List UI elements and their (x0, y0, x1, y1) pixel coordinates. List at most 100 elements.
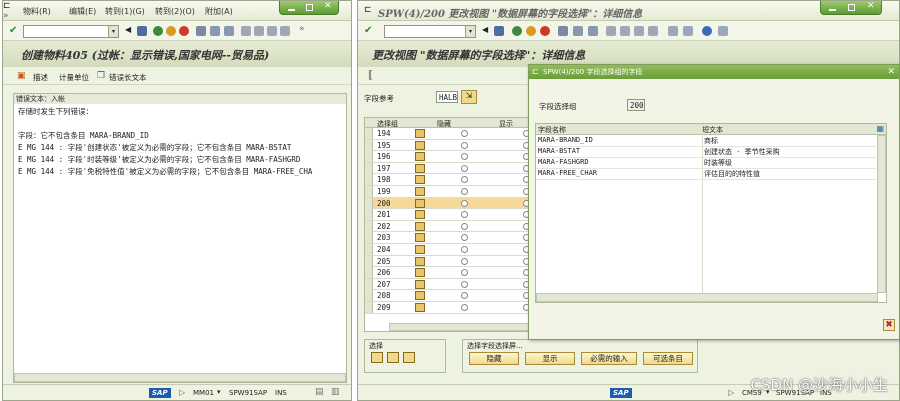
print-icon[interactable] (558, 26, 568, 36)
shortcut-icon[interactable] (683, 26, 693, 36)
status-expand-icon[interactable]: ▷ (179, 388, 185, 397)
row-selector[interactable] (365, 162, 373, 174)
description-icon[interactable]: ▣ (17, 71, 26, 81)
field-row[interactable]: MARA-FREE_CHAR 评估目的的特性值 (536, 168, 876, 180)
col-header-field-name[interactable]: 字段名称 (538, 125, 566, 135)
prev-page-icon[interactable] (620, 26, 630, 36)
display-radio[interactable] (461, 199, 468, 207)
hide-checkbox[interactable] (415, 279, 425, 289)
display-radio[interactable] (461, 280, 468, 288)
last-page-icon[interactable] (648, 26, 658, 36)
menu-goto-1[interactable]: 转到(1)(G) (105, 6, 145, 17)
find-icon[interactable] (573, 26, 583, 36)
exit-icon[interactable] (166, 26, 176, 36)
hide-checkbox[interactable] (415, 140, 425, 150)
sap-menu-icon[interactable]: ⊏ (3, 1, 11, 11)
display-radio[interactable] (461, 164, 468, 172)
command-field[interactable]: ▾ (384, 25, 476, 38)
menu-goto-2[interactable]: 转到(2)(O) (155, 6, 195, 17)
horizontal-scrollbar[interactable] (14, 373, 346, 382)
new-session-icon[interactable] (668, 26, 678, 36)
table-row[interactable]: 209 (365, 302, 535, 314)
display-radio[interactable] (461, 141, 468, 149)
table-row[interactable]: 197 (365, 162, 535, 175)
command-field[interactable]: ▾ (23, 25, 119, 38)
toolbar-more-chevron-icon[interactable]: » (299, 24, 305, 34)
row-selector[interactable] (365, 267, 373, 279)
row-selector[interactable] (365, 278, 373, 290)
optional-entry-button[interactable]: 可选条目 (643, 352, 693, 365)
table-row[interactable]: 198 (365, 174, 535, 186)
help-icon[interactable] (702, 26, 712, 36)
hide-checkbox[interactable] (415, 221, 425, 231)
select-block-icon[interactable] (387, 352, 399, 363)
more-menu-chevron-icon[interactable]: » (3, 11, 9, 21)
minimize-icon[interactable] (829, 9, 836, 11)
display-radio[interactable] (461, 222, 468, 230)
description-button[interactable]: 描述 (33, 72, 48, 83)
status-expand-icon[interactable]: ▷ (728, 388, 734, 397)
hide-checkbox[interactable] (415, 198, 425, 208)
table-row[interactable]: 206 (365, 267, 535, 279)
display-radio[interactable] (461, 234, 468, 242)
deselect-all-icon[interactable] (403, 352, 415, 363)
display-radio[interactable] (461, 130, 468, 137)
unit-of-measure-button[interactable]: 计量单位 (59, 72, 89, 83)
save-icon[interactable] (137, 26, 147, 36)
minimize-icon[interactable] (288, 9, 295, 11)
hide-button[interactable]: 隐藏 (469, 352, 519, 365)
table-row[interactable]: 194 (365, 128, 535, 140)
row-selector[interactable] (365, 290, 373, 302)
row-selector[interactable] (365, 197, 373, 209)
display-radio[interactable] (461, 176, 468, 184)
table-row[interactable]: 200 (365, 197, 535, 210)
table-row[interactable]: 195 (365, 139, 535, 152)
display-radio[interactable] (461, 292, 468, 300)
row-selector[interactable] (365, 139, 373, 151)
menu-extras[interactable]: 附加(A) (205, 6, 233, 17)
display-change-icon[interactable]: ⟦ (368, 70, 373, 81)
row-selector[interactable] (365, 174, 373, 186)
long-text-icon[interactable]: ❐ (97, 71, 105, 81)
close-icon[interactable]: ✕ (324, 1, 332, 11)
row-selector[interactable] (365, 255, 373, 267)
hide-checkbox[interactable] (415, 129, 425, 138)
row-selector[interactable] (365, 151, 373, 163)
hide-checkbox[interactable] (415, 187, 425, 196)
hide-checkbox[interactable] (415, 210, 425, 220)
table-row[interactable]: 201 (365, 209, 535, 221)
display-radio[interactable] (461, 257, 468, 265)
find-next-icon[interactable] (224, 26, 234, 36)
hide-checkbox[interactable] (415, 303, 425, 312)
table-row[interactable]: 202 (365, 220, 535, 233)
cancel-popup-icon[interactable]: ✖ (883, 319, 895, 331)
next-page-icon[interactable] (267, 26, 277, 36)
display-radio[interactable] (461, 188, 468, 195)
find-next-icon[interactable] (588, 26, 598, 36)
table-row[interactable]: 196 (365, 151, 535, 163)
table-row[interactable]: 204 (365, 244, 535, 256)
popup-close-icon[interactable]: ✕ (887, 65, 895, 79)
sap-menu-icon[interactable]: ⊏ (364, 5, 372, 15)
display-radio[interactable] (461, 153, 468, 161)
row-selector[interactable] (365, 232, 373, 244)
hide-checkbox[interactable] (415, 268, 425, 278)
display-radio[interactable] (461, 246, 468, 253)
col-header-short-text[interactable]: 短文本 (702, 125, 723, 135)
menu-material[interactable]: 物料(R) (23, 6, 51, 17)
field-table-vscroll[interactable] (877, 135, 886, 293)
back-arrow-icon[interactable]: ◀ (125, 25, 131, 34)
table-row[interactable]: 205 (365, 255, 535, 268)
hide-checkbox[interactable] (415, 256, 425, 266)
exit-icon[interactable] (526, 26, 536, 36)
field-ref-matchcode-icon[interactable]: ⇲ (461, 90, 477, 104)
row-selector[interactable] (365, 186, 373, 197)
enter-check-icon[interactable]: ✔ (9, 25, 17, 36)
table-row[interactable]: 203 (365, 232, 535, 244)
menu-edit[interactable]: 编辑(E) (69, 6, 96, 17)
maximize-icon[interactable] (306, 4, 313, 11)
enter-check-icon[interactable]: ✔ (364, 25, 372, 36)
layout-menu-icon[interactable] (718, 26, 728, 36)
back-arrow-icon[interactable]: ◀ (482, 25, 488, 34)
error-long-text-button[interactable]: 错误长文本 (109, 72, 147, 83)
